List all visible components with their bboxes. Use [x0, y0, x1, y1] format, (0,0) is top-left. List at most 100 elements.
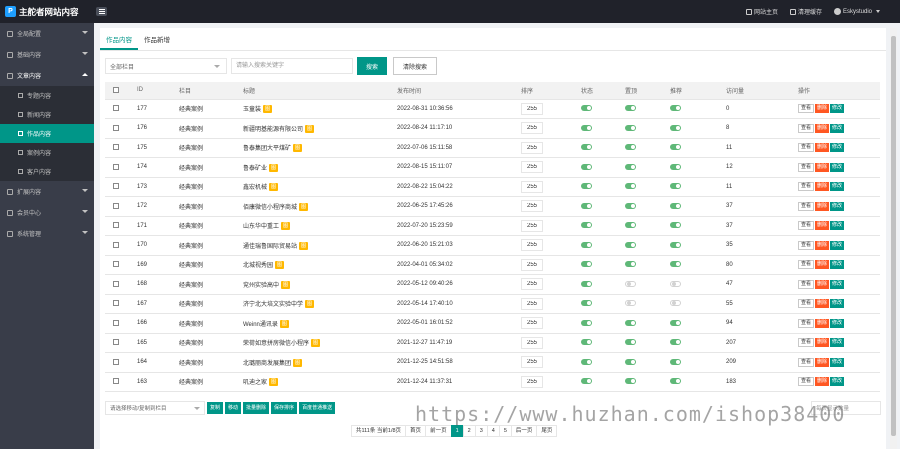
sidebar-subitem-2[interactable]: 作品内容: [0, 124, 94, 143]
row-checkbox[interactable]: [105, 255, 137, 275]
recommend-toggle[interactable]: [670, 163, 681, 170]
edit-button[interactable]: 修改: [830, 299, 845, 309]
edit-button[interactable]: 修改: [830, 143, 845, 153]
sort-input[interactable]: [521, 278, 543, 291]
top-toggle[interactable]: [625, 378, 636, 385]
move-button[interactable]: 移动: [225, 402, 242, 414]
view-button[interactable]: 查看: [798, 299, 815, 309]
edit-button[interactable]: 修改: [830, 260, 845, 270]
recommend-toggle[interactable]: [670, 378, 681, 385]
status-toggle[interactable]: [581, 261, 592, 268]
delete-button[interactable]: 删除: [815, 201, 830, 211]
search-input[interactable]: [231, 58, 353, 74]
view-button[interactable]: 查看: [798, 182, 815, 192]
view-button[interactable]: 查看: [798, 260, 815, 270]
category-select[interactable]: 全部栏目: [105, 58, 227, 74]
cell-title[interactable]: 北城视秀园图: [243, 255, 397, 275]
status-toggle[interactable]: [581, 280, 592, 287]
recommend-toggle[interactable]: [670, 124, 681, 131]
home-link[interactable]: 网站主页: [745, 7, 778, 16]
delete-button[interactable]: 删除: [815, 357, 830, 367]
top-toggle[interactable]: [625, 319, 636, 326]
sidebar-subitem-3[interactable]: 案例内容: [0, 143, 94, 162]
cell-title[interactable]: 兖州实验高中图: [243, 274, 397, 295]
view-button[interactable]: 查看: [798, 338, 815, 348]
recommend-toggle[interactable]: [670, 261, 681, 268]
top-toggle[interactable]: [625, 358, 636, 365]
sidebar-subitem-4[interactable]: 客户内容: [0, 162, 94, 181]
view-button[interactable]: 查看: [798, 318, 815, 328]
pager-first[interactable]: 首页: [405, 425, 427, 437]
view-button[interactable]: 查看: [798, 377, 815, 387]
recommend-toggle[interactable]: [670, 339, 681, 346]
pager-next[interactable]: 后一页: [510, 425, 538, 437]
sidebar-item-5[interactable]: 系统管理: [0, 223, 94, 244]
search-button[interactable]: 搜索: [357, 57, 387, 75]
status-toggle[interactable]: [581, 319, 592, 326]
cell-title[interactable]: 玉童装图: [243, 99, 397, 119]
delete-button[interactable]: 删除: [815, 299, 830, 309]
clear-cache-link[interactable]: 清理缓存: [789, 7, 822, 16]
sidebar-item-2[interactable]: 文章内容: [0, 65, 94, 86]
recommend-toggle[interactable]: [670, 280, 681, 287]
cell-title[interactable]: 济宁北大培文实验中学图: [243, 294, 397, 314]
tab-works-add[interactable]: 作品新增: [138, 34, 176, 50]
edit-button[interactable]: 修改: [830, 357, 845, 367]
status-toggle[interactable]: [581, 241, 592, 248]
pager-last[interactable]: 尾页: [536, 425, 558, 437]
row-checkbox[interactable]: [105, 372, 137, 392]
view-button[interactable]: 查看: [798, 279, 815, 289]
row-checkbox[interactable]: [105, 177, 137, 197]
cell-title[interactable]: 鲁泰矿业图: [243, 157, 397, 178]
status-toggle[interactable]: [581, 163, 592, 170]
edit-button[interactable]: 修改: [830, 123, 845, 133]
delete-button[interactable]: 删除: [815, 162, 830, 172]
recommend-toggle[interactable]: [670, 241, 681, 248]
recommend-toggle[interactable]: [670, 202, 681, 209]
row-checkbox[interactable]: [105, 157, 137, 178]
cell-title[interactable]: 北璐丽商发展集团图: [243, 352, 397, 373]
row-checkbox[interactable]: [105, 216, 137, 236]
batch-delete-button[interactable]: 批量删除: [243, 402, 270, 414]
cell-title[interactable]: 鲁泰集团大平煤矿图: [243, 138, 397, 158]
row-checkbox[interactable]: [105, 333, 137, 353]
select-all-checkbox[interactable]: [105, 82, 137, 100]
cell-title[interactable]: 鑫宏机械图: [243, 177, 397, 197]
move-copy-select[interactable]: 请选择移动/复制到栏目: [105, 401, 205, 415]
status-toggle[interactable]: [581, 339, 592, 346]
view-button[interactable]: 查看: [798, 221, 815, 231]
row-checkbox[interactable]: [105, 138, 137, 158]
top-toggle[interactable]: [625, 183, 636, 190]
status-toggle[interactable]: [581, 378, 592, 385]
recommend-toggle[interactable]: [670, 319, 681, 326]
delete-button[interactable]: 删除: [815, 260, 830, 270]
view-button[interactable]: 查看: [798, 162, 815, 172]
edit-button[interactable]: 修改: [830, 104, 845, 114]
scrollbar[interactable]: [890, 28, 897, 449]
menu-toggle-icon[interactable]: [96, 7, 107, 16]
edit-button[interactable]: 修改: [830, 162, 845, 172]
top-toggle[interactable]: [625, 124, 636, 131]
sort-input[interactable]: [521, 180, 543, 193]
view-button[interactable]: 查看: [798, 123, 815, 133]
sort-input[interactable]: [521, 356, 543, 369]
sidebar-item-4[interactable]: 会员中心: [0, 202, 94, 223]
tab-works-list[interactable]: 作品内容: [100, 34, 138, 50]
edit-button[interactable]: 修改: [830, 279, 845, 289]
sidebar-item-3[interactable]: 扩展内容: [0, 181, 94, 202]
cell-title[interactable]: 佰康微信小程序商城图: [243, 196, 397, 217]
delete-button[interactable]: 删除: [815, 182, 830, 192]
view-button[interactable]: 查看: [798, 201, 815, 211]
top-toggle[interactable]: [625, 300, 636, 307]
cell-title[interactable]: 叽迪之家图: [243, 372, 397, 392]
pager-prev[interactable]: 前一页: [425, 425, 452, 437]
sort-input[interactable]: [521, 375, 543, 388]
top-toggle[interactable]: [625, 339, 636, 346]
edit-button[interactable]: 修改: [830, 377, 845, 387]
row-checkbox[interactable]: [105, 294, 137, 314]
baidu-push-button[interactable]: 百度普通推送: [299, 402, 336, 414]
sort-input[interactable]: [521, 200, 543, 213]
delete-button[interactable]: 删除: [815, 279, 830, 289]
recommend-toggle[interactable]: [670, 358, 681, 365]
row-checkbox[interactable]: [105, 274, 137, 295]
